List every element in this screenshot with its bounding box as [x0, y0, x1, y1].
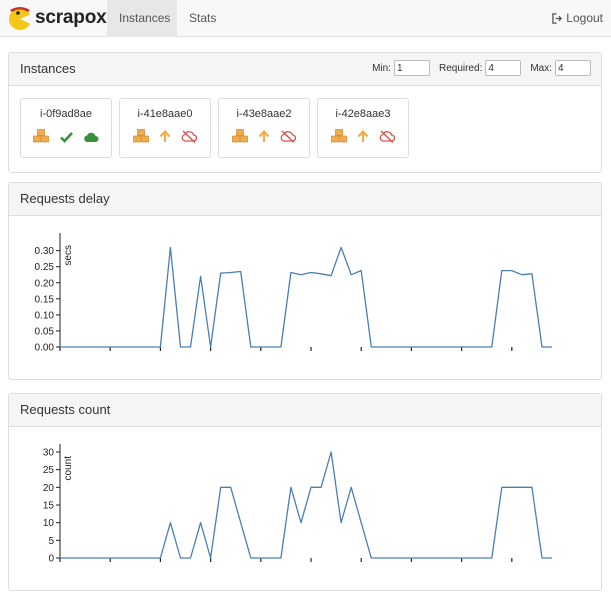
y-tick-label: 0.05	[35, 326, 55, 337]
requests-delay-chart: 0.00 0.05 0.10 0.15 0.20 0.25 0.30 secs	[35, 233, 552, 354]
requests-count-heading: Requests count	[9, 394, 601, 427]
brand[interactable]: scrapoxy	[6, 3, 117, 33]
sign-out-icon	[552, 13, 563, 25]
logout-link[interactable]: Logout	[552, 0, 603, 37]
required-label: Required:	[438, 62, 483, 74]
instances-panel-title: Instances	[20, 61, 76, 76]
cloud-icon	[83, 130, 99, 148]
y-axis-label: count	[63, 456, 74, 481]
scrapoxy-logo-icon	[9, 7, 33, 30]
y-axis-label: secs	[63, 245, 74, 266]
y-tick-label: 20	[43, 483, 55, 494]
y-tick-label: 0.20	[35, 278, 55, 289]
cubes-icon	[33, 129, 49, 148]
cloud-off-icon	[181, 129, 198, 148]
y-tick-label: 25	[43, 465, 55, 476]
instances-panel: Instances Min: Required: Max: i-0f9ad8ae…	[8, 52, 602, 173]
requests-delay-panel: Requests delay 0.00 0.05 0.10 0.15 0.20 0.25 0…	[8, 182, 602, 380]
instance-card[interactable]: i-0f9ad8ae	[20, 98, 112, 158]
required-input[interactable]	[485, 60, 522, 76]
check-icon	[59, 130, 73, 148]
requests-count-panel: Requests count 0 5 10 15 20 25 30 count	[8, 393, 602, 591]
cubes-icon	[231, 129, 248, 148]
requests-count-title: Requests count	[20, 402, 111, 417]
arrow-up-icon	[258, 129, 270, 148]
arrow-up-icon	[357, 129, 369, 148]
logout-label: Logout	[566, 11, 603, 25]
y-tick-label: 15	[43, 501, 55, 512]
cubes-icon	[330, 129, 347, 148]
requests-count-chart: 0 5 10 15 20 25 30 count	[43, 444, 552, 565]
top-navbar: scrapoxy Instances Stats Logout	[0, 0, 611, 37]
min-input[interactable]	[393, 60, 430, 76]
instance-name: i-41e8aae0	[137, 108, 193, 120]
requests-delay-title: Requests delay	[20, 191, 110, 206]
y-tick-label: 0.30	[35, 246, 55, 257]
instance-card[interactable]: i-42e8aae3	[317, 98, 409, 158]
y-tick-label: 0.00	[35, 343, 55, 354]
y-tick-label: 0.10	[35, 310, 55, 321]
cloud-off-icon	[379, 129, 396, 148]
y-tick-label: 5	[48, 536, 54, 547]
y-tick-label: 30	[43, 448, 55, 459]
instance-card[interactable]: i-41e8aae0	[119, 98, 211, 158]
y-tick-label: 0	[48, 554, 54, 565]
instances-list: i-0f9ad8ae i-41e8aae0 i-43e8aae2 i-42e8a…	[9, 86, 601, 174]
cubes-icon	[132, 129, 149, 148]
y-tick-label: 10	[43, 518, 55, 529]
scaling-controls: Min: Required: Max:	[363, 60, 591, 76]
instance-card[interactable]: i-43e8aae2	[218, 98, 310, 158]
min-label: Min:	[372, 62, 391, 74]
arrow-up-icon	[159, 129, 171, 148]
instance-name: i-43e8aae2	[236, 108, 292, 120]
instance-name: i-0f9ad8ae	[40, 108, 92, 120]
max-label: Max:	[530, 62, 552, 74]
y-tick-label: 0.25	[35, 262, 55, 273]
tab-stats[interactable]: Stats	[177, 0, 228, 37]
tab-instances[interactable]: Instances	[107, 0, 177, 37]
max-input[interactable]	[555, 60, 591, 76]
cloud-off-icon	[280, 129, 297, 148]
y-tick-label: 0.15	[35, 294, 55, 305]
series-line	[60, 451, 552, 559]
instance-name: i-42e8aae3	[335, 108, 391, 120]
brand-name: scrapoxy	[35, 7, 117, 28]
series-line	[60, 246, 552, 348]
instances-panel-heading: Instances Min: Required: Max:	[9, 53, 601, 86]
requests-delay-heading: Requests delay	[9, 183, 601, 216]
